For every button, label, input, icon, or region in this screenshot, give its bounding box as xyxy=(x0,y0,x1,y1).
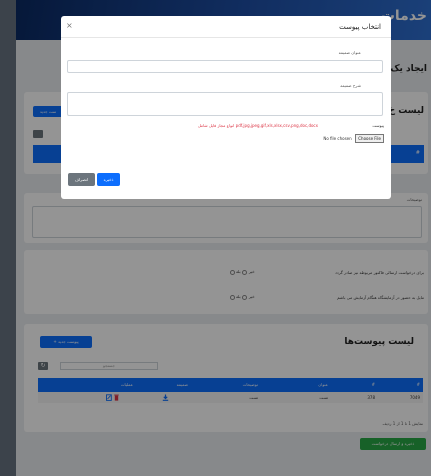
attachment-modal: انتخاب پیوست × عنوان ضمیمه شرح ضمیمه پیو… xyxy=(61,16,391,199)
refresh-icon[interactable]: ↻ xyxy=(38,362,48,370)
no-file-text: No file chosen xyxy=(323,136,352,141)
pagination-summary: نمایش 1 تا 1 از 1 ردیف xyxy=(382,421,424,426)
row-cell: تست xyxy=(249,395,258,400)
cancel-button[interactable]: انصراف xyxy=(68,173,95,186)
radio-yes[interactable] xyxy=(241,269,247,275)
radio-no[interactable] xyxy=(230,294,235,300)
question-presence-text: مایل به حضور در آزمایشگاه هنگام آزمایش م… xyxy=(337,295,424,300)
table-header-cell[interactable]: # xyxy=(416,150,420,156)
row-cell: 378 xyxy=(367,395,375,400)
modal-title: انتخاب پیوست xyxy=(339,23,381,31)
attachment-title-input[interactable] xyxy=(67,60,383,73)
requests-list-title: لیست خ xyxy=(388,106,424,116)
new-attachment-button[interactable]: + پیوست جدید xyxy=(40,336,92,348)
submit-request-button[interactable]: ذخیره و ارسال درخواست xyxy=(360,438,426,450)
attachments-title: لیست پیوست‌ها xyxy=(344,337,414,347)
column-header: ضمیمه xyxy=(176,382,188,387)
section-subtitle: ایجاد یک xyxy=(390,64,427,74)
description-card: توضیحات xyxy=(24,193,428,243)
description-label: توضیحات xyxy=(406,197,422,202)
choose-file-button[interactable]: Choose File xyxy=(355,134,384,143)
questions-card: برای درخواست ارسالی فاکتور مربوطه نیز صا… xyxy=(24,250,428,314)
delete-icon[interactable] xyxy=(114,394,119,401)
question-invoice-text: برای درخواست ارسالی فاکتور مربوطه نیز صا… xyxy=(335,270,424,275)
radio-no-label: خیر xyxy=(248,269,255,274)
modal-divider xyxy=(61,37,391,38)
download-icon[interactable] xyxy=(162,394,169,401)
table-row: 7049 378 تست تست xyxy=(38,392,423,403)
attachment-description-textarea[interactable] xyxy=(67,92,383,116)
edit-icon[interactable] xyxy=(106,394,112,401)
attachment-description-label: شرح ضمیمه xyxy=(340,83,361,88)
attachment-label: پیوست xyxy=(372,123,384,128)
radio-no-label: خیر xyxy=(248,294,255,299)
new-request-button[interactable]: ست جدید xyxy=(33,106,63,117)
attachments-table-header: # # عنوان توضیحات ضمیمه عملیات xyxy=(38,378,423,392)
list-refresh-button[interactable] xyxy=(33,130,43,138)
radio-yes-label: بله xyxy=(236,294,241,299)
radio-no[interactable] xyxy=(230,269,235,275)
column-header: عملیات xyxy=(120,382,133,387)
attachment-title-label: عنوان ضمیمه xyxy=(338,50,361,55)
column-header[interactable]: # xyxy=(372,382,375,387)
file-input: No file chosen Choose File xyxy=(323,134,384,143)
attachments-card: لیست پیوست‌ها + پیوست جدید ↻ جستجو # # ع… xyxy=(24,324,428,432)
close-icon[interactable]: × xyxy=(66,22,73,30)
description-textarea[interactable] xyxy=(32,206,422,238)
attachments-search-input[interactable]: جستجو xyxy=(60,362,158,370)
left-strip xyxy=(0,0,16,476)
row-cell: تست xyxy=(319,395,328,400)
column-header[interactable]: # xyxy=(417,382,420,387)
radio-yes[interactable] xyxy=(241,294,247,300)
row-cell: 7049 xyxy=(409,395,420,400)
question-presence-options: خیر بله xyxy=(229,294,255,300)
save-button[interactable]: ذخیره xyxy=(97,173,120,186)
column-header[interactable]: توضیحات xyxy=(243,382,258,387)
column-header[interactable]: عنوان xyxy=(318,382,328,387)
radio-yes-label: بله xyxy=(236,269,241,274)
question-invoice-options: خیر بله xyxy=(229,269,255,275)
allowed-types-hint: انواع مجاز فایل شامل pdf,jpg,jpeg,gif,xl… xyxy=(197,123,318,128)
